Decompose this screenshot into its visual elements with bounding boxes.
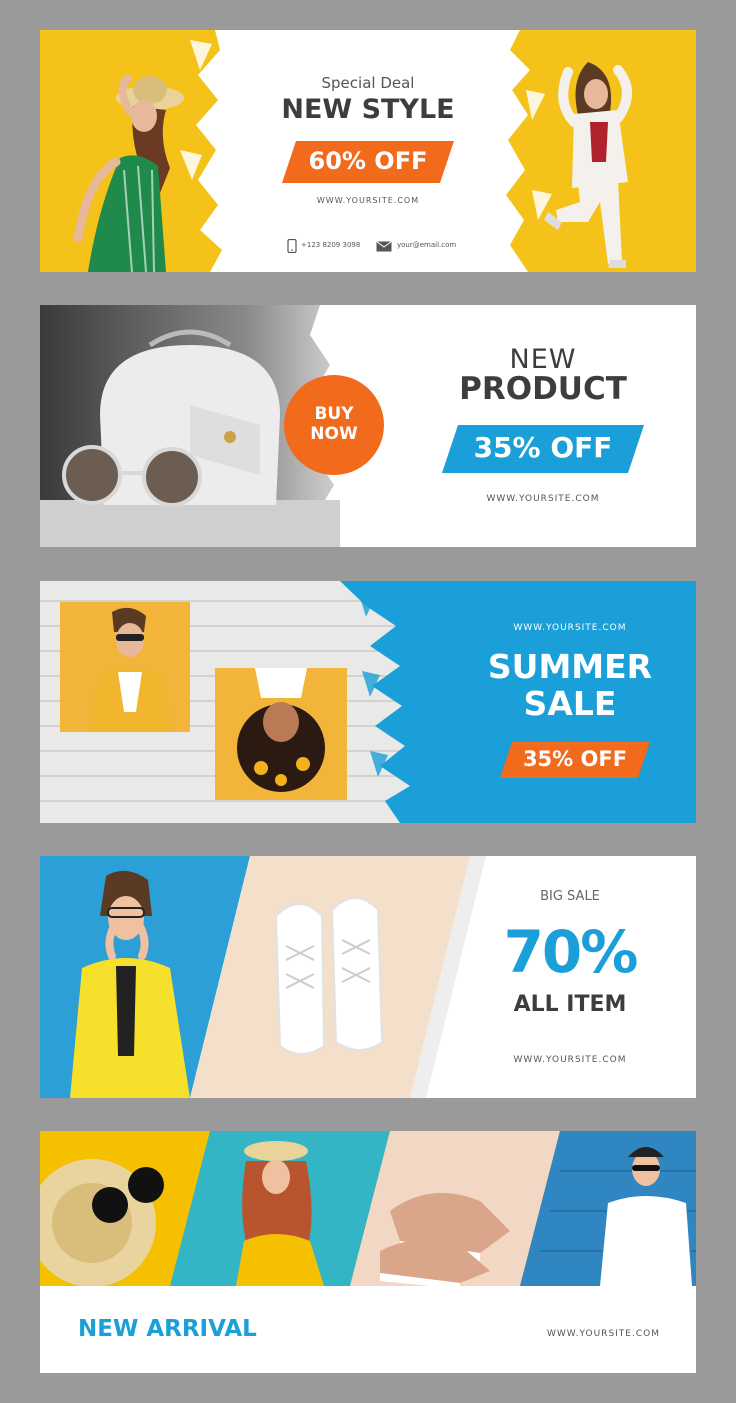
buy-now-line1: BUY: [314, 404, 354, 424]
buy-now-line2: NOW: [310, 424, 358, 444]
banner-summer-sale: WWW.YOURSITE.COM SUMMER SALE 35% OFF: [40, 581, 696, 823]
arrival-photo-strip: [40, 1131, 696, 1286]
buy-now-button[interactable]: BUY NOW: [284, 404, 384, 444]
banner-big-sale: BIG SALE 70% ALL ITEM WWW.YOURSITE.COM: [40, 856, 696, 1098]
sale-photo-strip: [40, 856, 486, 1098]
envelope-icon: [376, 241, 392, 252]
headline-line1: SUMMER: [487, 647, 653, 686]
banner-new-arrival: NEW ARRIVAL WWW.YOURSITE.COM: [40, 1131, 696, 1373]
discount-badge: 60% OFF: [308, 147, 428, 175]
sale-line: ALL ITEM: [513, 992, 627, 1017]
model-photo-woman: [215, 668, 347, 800]
headline-line2: SALE: [523, 684, 617, 723]
headline: NEW ARRIVAL: [78, 1316, 257, 1342]
email-address: your@email.com: [397, 241, 457, 249]
banner-new-product: BUY NOW NEW PRODUCT 35% OFF WWW.YOURSITE…: [40, 305, 696, 547]
headline: NEW STYLE: [281, 94, 455, 125]
phone-number: +123 8209 3098: [301, 241, 361, 249]
model-photo-man: [60, 602, 190, 732]
sale-percent: 70%: [503, 918, 639, 986]
website-link[interactable]: WWW.YOURSITE.COM: [438, 494, 648, 504]
website-link[interactable]: WWW.YOURSITE.COM: [480, 1329, 660, 1339]
discount-badge: 35% OFF: [473, 431, 613, 464]
headline-line2: PRODUCT: [459, 371, 627, 407]
sale-kicker: BIG SALE: [540, 889, 600, 904]
website-link[interactable]: WWW.YOURSITE.COM: [455, 623, 685, 633]
deal-kicker: Special Deal: [321, 74, 415, 92]
website-link[interactable]: WWW.YOURSITE.COM: [480, 1055, 660, 1065]
website-link[interactable]: WWW.YOURSITE.COM: [40, 196, 696, 205]
phone-icon: [287, 239, 297, 253]
discount-badge: 35% OFF: [522, 747, 628, 771]
banner-new-style: Special Deal NEW STYLE 60% OFF WWW.YOURS…: [40, 30, 696, 272]
